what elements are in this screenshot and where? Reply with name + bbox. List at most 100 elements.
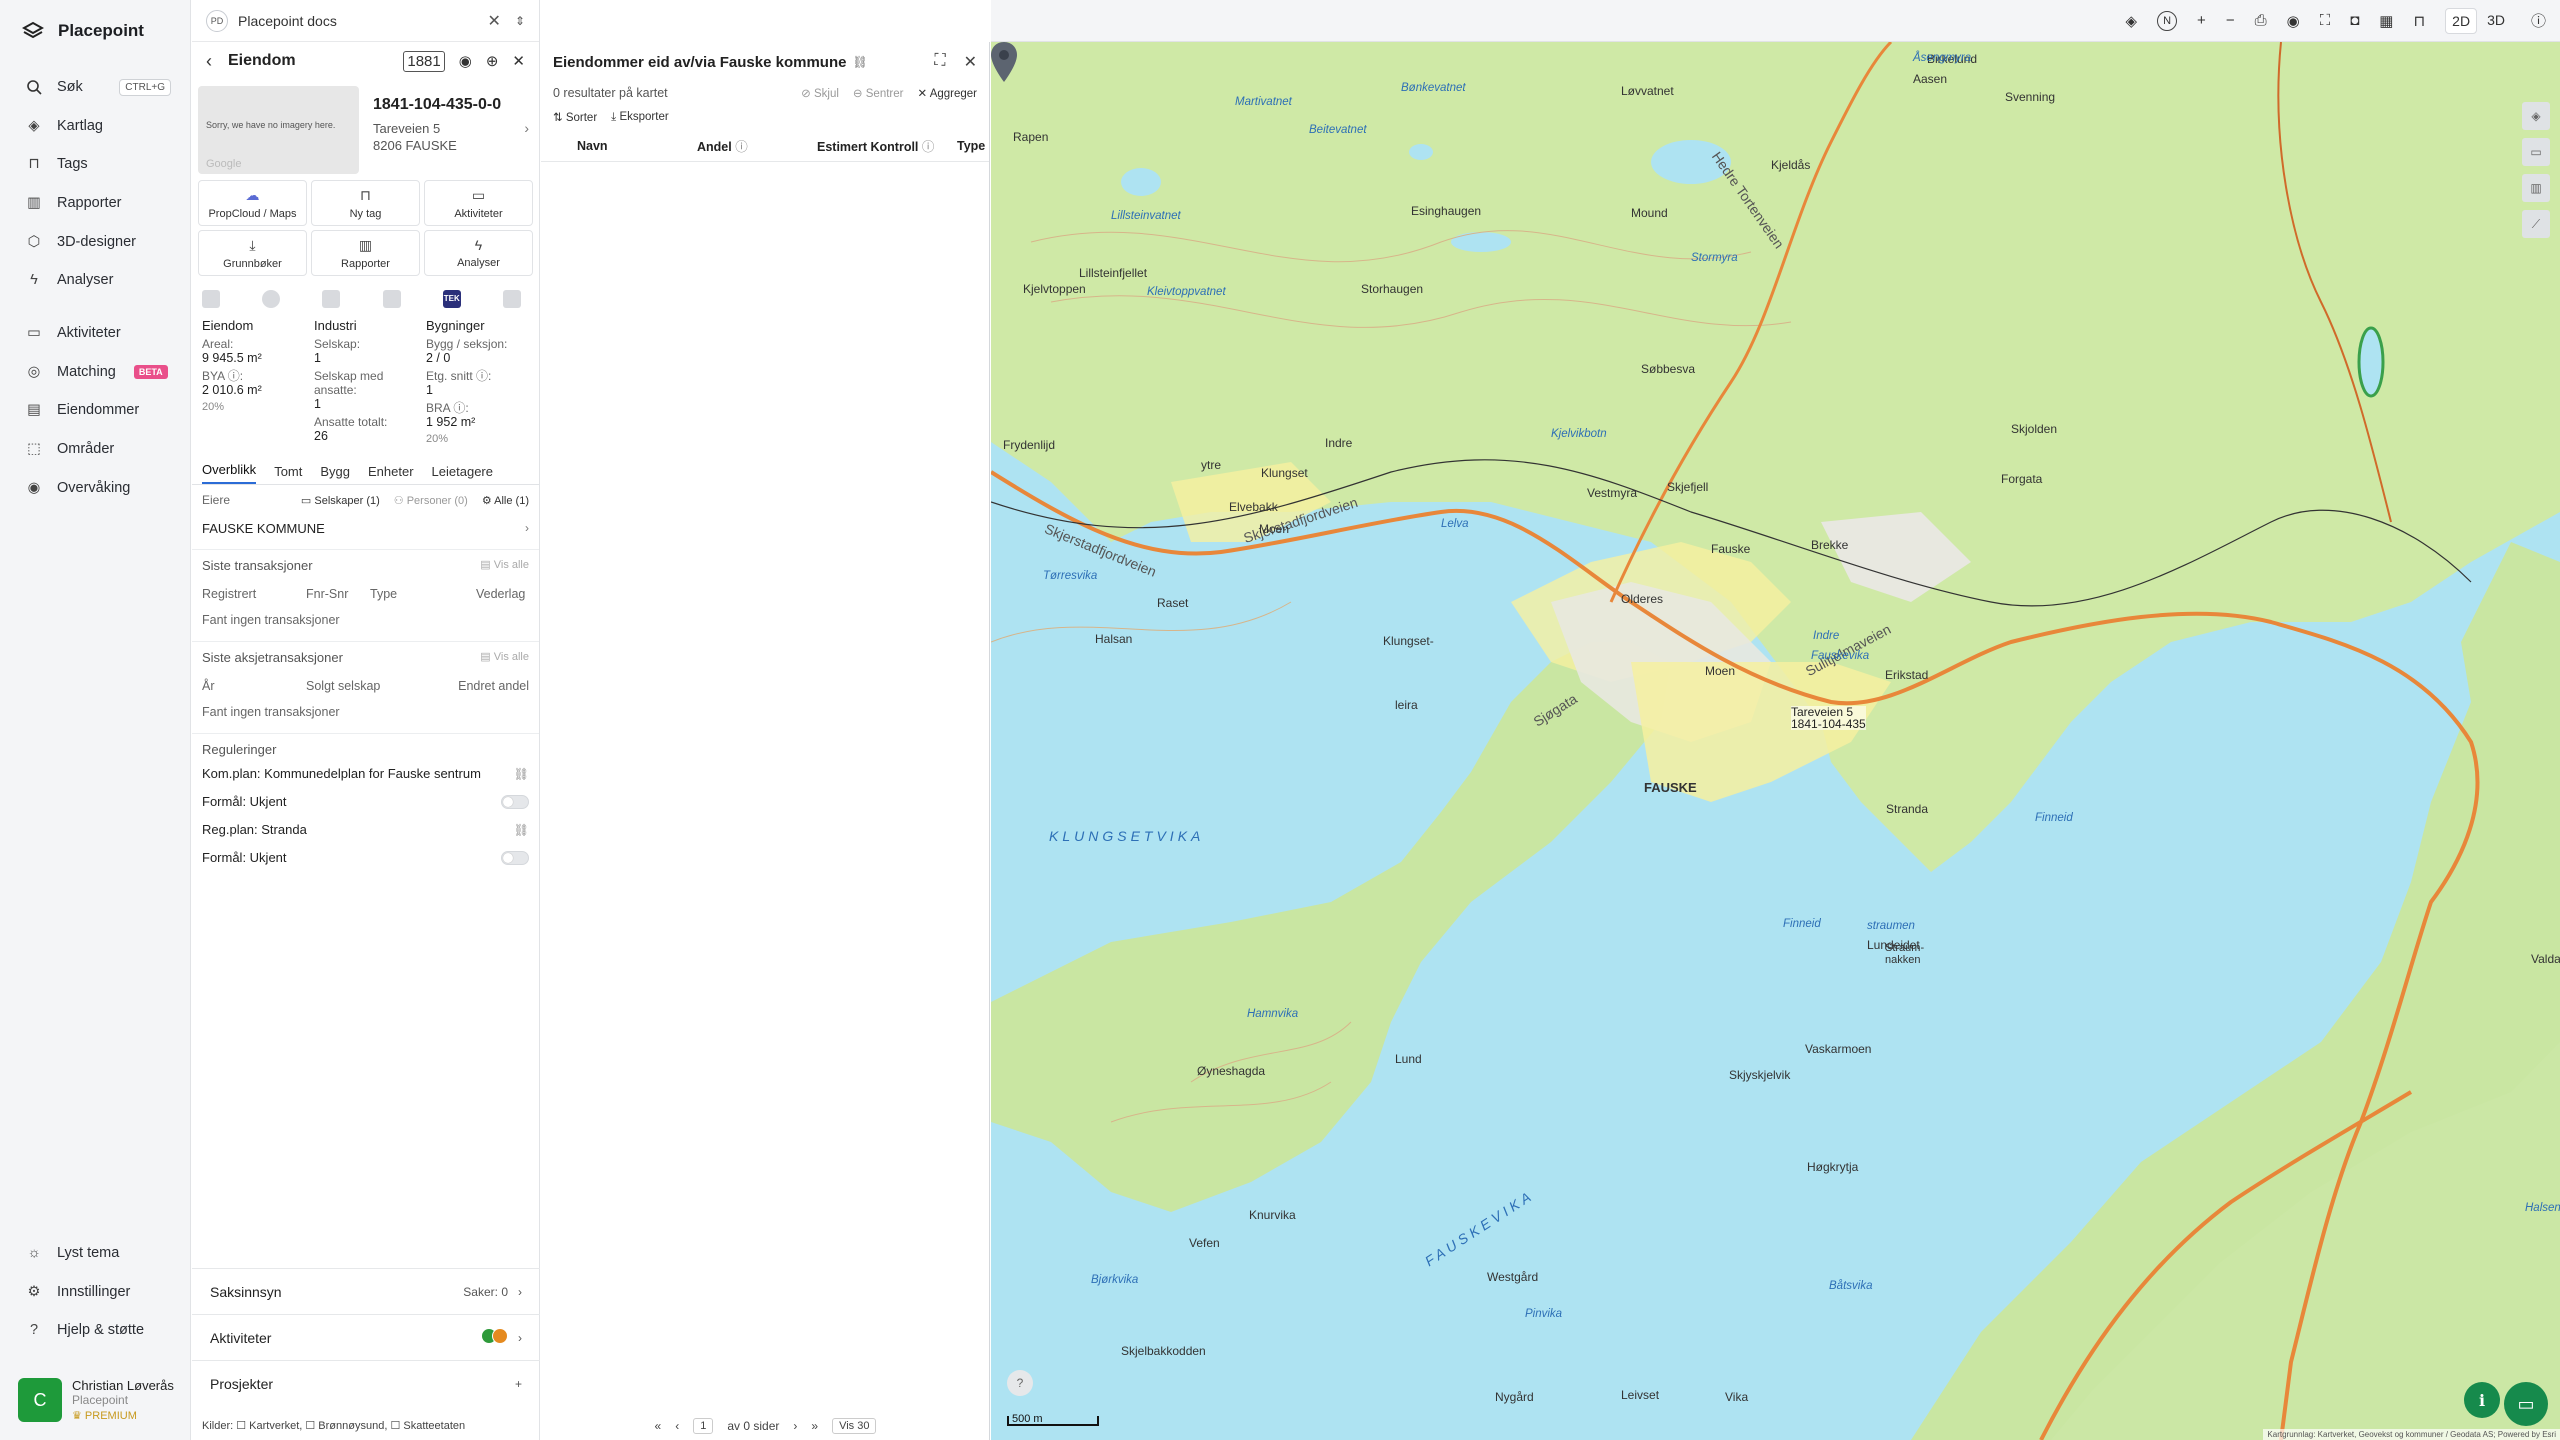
link-icon[interactable]: ⛓ — [514, 823, 529, 837]
sidebar-item-help[interactable]: ? Hjelp & støtte — [0, 1311, 191, 1350]
next-page-icon[interactable]: › — [793, 1419, 797, 1433]
sidebar-item-eiendommer[interactable]: ▤ Eiendommer — [0, 391, 191, 430]
measure-tool-icon[interactable]: ⟋ — [2522, 210, 2550, 238]
link-icon[interactable]: ⛓ — [514, 767, 529, 781]
property-card[interactable]: Sorry, we have no imagery here. Google 1… — [192, 80, 539, 176]
export-button[interactable]: ⤓ Eksporter — [611, 111, 669, 124]
page-size-select[interactable]: Vis 30 — [832, 1418, 877, 1434]
tab-bygg[interactable]: Bygg — [320, 464, 350, 484]
filter-all[interactable]: ⚙ Alle (1) — [482, 494, 529, 507]
zoom-out-icon[interactable]: − — [2226, 12, 2235, 29]
chevron-right-icon: › — [518, 1330, 522, 1345]
sidebar-item-3d-designer[interactable]: ⬡ 3D-designer — [0, 222, 191, 261]
sidebar-item-aktiviteter[interactable]: ▭ Aktiviteter — [0, 314, 191, 353]
col-andel[interactable]: Andel ⓘ — [697, 136, 817, 155]
prev-page-icon[interactable]: ‹ — [675, 1419, 679, 1433]
map-canvas[interactable]: KLUNGSETVIKA FAUSKEVIKA FAUSKE Skjerstad… — [991, 42, 2560, 1440]
source-icon-1[interactable] — [202, 290, 220, 308]
last-page-icon[interactable]: » — [811, 1419, 818, 1433]
expand-collapse-icon[interactable]: ⇕ — [515, 14, 525, 28]
back-icon[interactable]: ‹ — [206, 51, 212, 72]
sidebar-item-settings[interactable]: ⚙ Innstillinger — [0, 1273, 191, 1312]
first-page-icon[interactable]: « — [655, 1419, 662, 1433]
camera-icon[interactable]: ◘ — [2350, 12, 2359, 29]
sidebar-item-tags[interactable]: ⊓ Tags — [0, 145, 191, 184]
app-logo[interactable]: Placepoint — [22, 20, 144, 42]
tab-overblikk[interactable]: Overblikk — [202, 462, 257, 484]
chevron-right-icon[interactable]: › — [524, 120, 529, 136]
analyses-button[interactable]: ϟ Analyser — [424, 230, 533, 276]
filter-persons[interactable]: ⚇ Personer (0) — [394, 494, 468, 507]
layers-tool-icon[interactable]: ◈ — [2522, 102, 2550, 130]
sort-button[interactable]: ⇅ Sorter — [553, 110, 597, 124]
document-tab[interactable]: PD Placepoint docs ✕ ⇕ — [192, 0, 539, 42]
tek-icon[interactable]: TEK — [442, 290, 461, 308]
compass-icon[interactable]: N — [2157, 10, 2178, 31]
toggle-switch[interactable] — [501, 850, 529, 865]
sidebar-item-analyser[interactable]: ϟ Analyser — [0, 261, 191, 300]
eye-icon[interactable]: ◉ — [459, 52, 472, 70]
source-icon-2[interactable] — [262, 290, 281, 308]
location-pin-icon[interactable] — [991, 42, 1017, 82]
source-icon-4[interactable] — [382, 290, 401, 308]
col-type[interactable]: Type — [957, 139, 985, 153]
add-icon[interactable]: ⊕ — [486, 52, 499, 70]
vis-alle-link[interactable]: ▤ Vis alle — [480, 650, 529, 665]
center-button[interactable]: ⊖ Sentrer — [853, 86, 904, 100]
user-profile[interactable]: C Christian Løverås Placepoint ♛ PREMIUM — [18, 1378, 174, 1422]
aggregate-button[interactable]: ✕ Aggreger — [917, 86, 977, 100]
grunnboker-button[interactable]: ⤓ Grunnbøker — [198, 230, 307, 276]
close-icon[interactable]: ✕ — [488, 11, 501, 31]
map-help-icon[interactable]: ? — [1007, 1370, 1033, 1396]
new-tag-button[interactable]: ⊓ Ny tag — [311, 180, 420, 226]
mode-3d-button[interactable]: 3D — [2481, 8, 2511, 34]
sidebar-item-omrader[interactable]: ⬚ Områder — [0, 430, 191, 469]
reports-button[interactable]: ▥ Rapporter — [311, 230, 420, 276]
chart-tool-icon[interactable]: ▥ — [2522, 174, 2550, 202]
fullscreen-icon[interactable]: ⛶ — [2320, 12, 2331, 29]
chat-button[interactable]: ▭ — [2504, 1382, 2548, 1426]
add-icon[interactable]: + — [515, 1377, 522, 1391]
prosjekter-section[interactable]: Prosjekter + — [192, 1360, 540, 1406]
toggle-switch[interactable] — [501, 794, 529, 809]
saksinnsyn-section[interactable]: Saksinnsyn Saker: 0 › — [192, 1268, 540, 1314]
source-icon-6[interactable] — [502, 290, 521, 308]
tab-leietagere[interactable]: Leietagere — [432, 464, 493, 484]
hide-button[interactable]: ⊘ Skjul — [801, 86, 839, 100]
sidebar-item-matching[interactable]: ◎ Matching BETA — [0, 353, 191, 392]
col-navn[interactable]: Navn — [577, 139, 697, 153]
source-icon-3[interactable] — [322, 290, 341, 308]
button-label: Rapporter — [341, 257, 390, 270]
propcloud-button[interactable]: ☁ PropCloud / Maps — [198, 180, 307, 226]
zoom-in-icon[interactable]: + — [2197, 12, 2206, 29]
grid-icon[interactable]: ▦ — [2379, 12, 2393, 30]
mode-2d-button[interactable]: 2D — [2445, 7, 2478, 34]
link-icon[interactable]: ⛓ — [852, 55, 867, 69]
ruler-tool-icon[interactable]: ▭ — [2522, 138, 2550, 166]
page-input[interactable]: 1 — [693, 1418, 714, 1434]
expand-icon[interactable]: ⛶ — [934, 52, 945, 72]
layers-stack-icon[interactable]: ◈ — [2126, 12, 2138, 30]
tab-enheter[interactable]: Enheter — [368, 464, 414, 484]
tab-tomt[interactable]: Tomt — [274, 464, 302, 484]
print-icon[interactable]: ⎙ — [2255, 12, 2267, 29]
filter-companies[interactable]: ▭ Selskaper (1) — [301, 494, 380, 507]
info-icon[interactable]: ⓘ — [2531, 10, 2546, 31]
avatar: C — [18, 1378, 62, 1422]
aktiviteter-section[interactable]: Aktiviteter › — [192, 1314, 540, 1360]
sidebar-item-search[interactable]: Søk CTRL+G — [0, 68, 191, 107]
eye-icon[interactable]: ◉ — [2287, 12, 2300, 30]
sidebar-item-kartlag[interactable]: ◈ Kartlag — [0, 107, 191, 146]
activities-button[interactable]: ▭ Aktiviteter — [424, 180, 533, 226]
owner-row[interactable]: FAUSKE KOMMUNE › — [192, 515, 539, 541]
vis-alle-link[interactable]: ▤ Vis alle — [480, 558, 529, 573]
info-button[interactable]: i — [2464, 1382, 2500, 1418]
sidebar-item-overvaking[interactable]: ◉ Overvåking — [0, 468, 191, 507]
sidebar-item-rapporter[interactable]: ▥ Rapporter — [0, 184, 191, 223]
close-icon[interactable]: ✕ — [964, 52, 977, 72]
close-icon[interactable]: ✕ — [512, 52, 525, 70]
1881-badge[interactable]: 1881 — [403, 50, 445, 72]
sidebar-item-theme[interactable]: ☼ Lyst tema — [0, 1234, 191, 1273]
col-estimert-kontroll[interactable]: Estimert Kontroll ⓘ — [817, 136, 957, 155]
bookmark-icon[interactable]: ⊓ — [2413, 12, 2425, 30]
